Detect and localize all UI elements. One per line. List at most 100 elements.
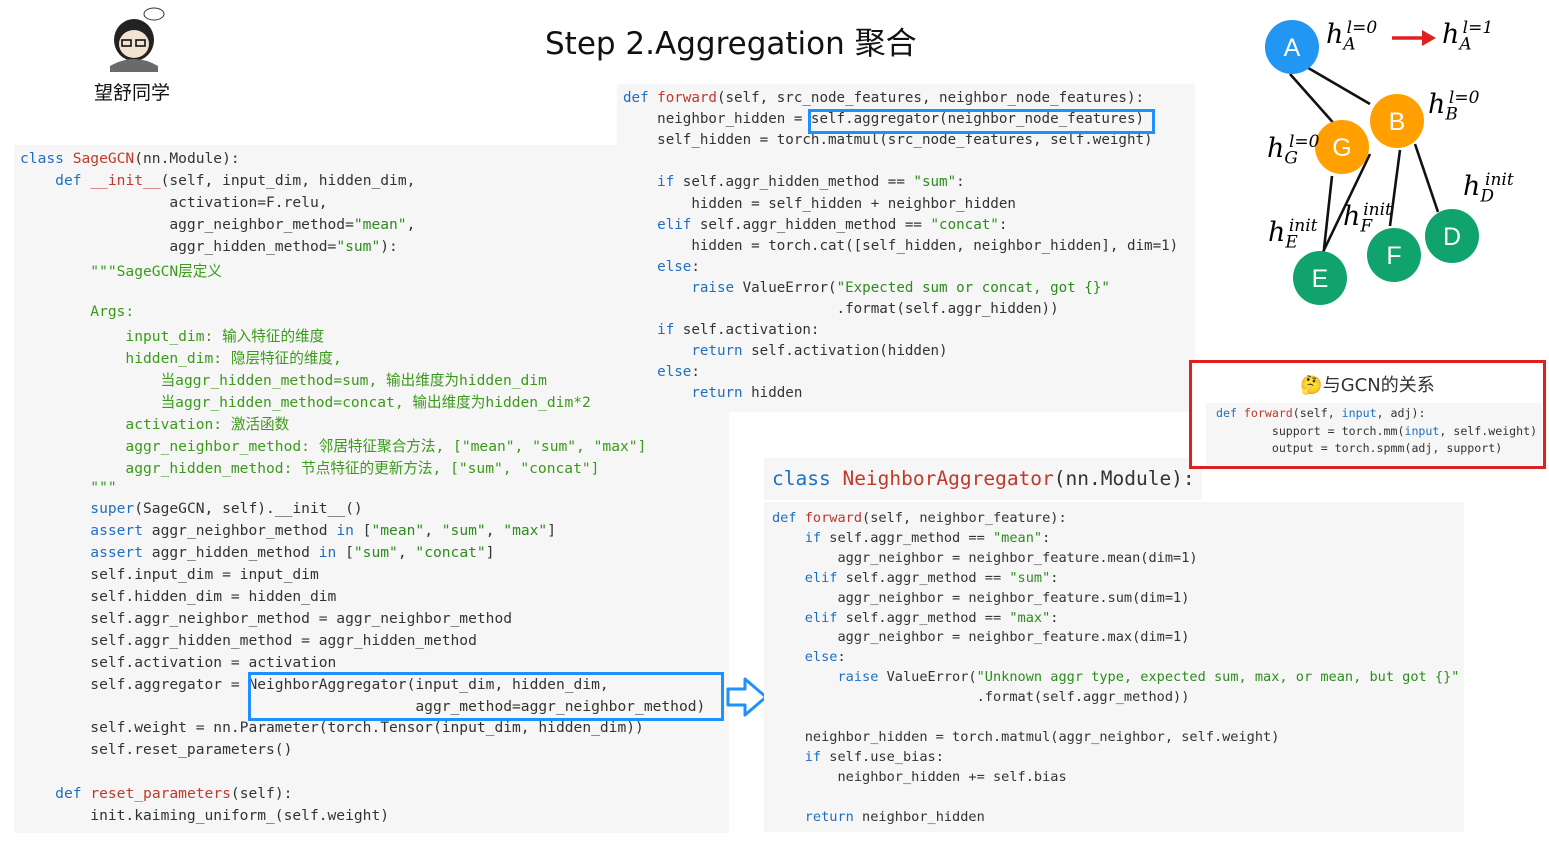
code-line: hidden = torch.cat([self_hidden, neighbo… (623, 238, 1178, 254)
code-line: 当aggr_hidden_method=concat, 输出维度为hidden_… (20, 391, 591, 412)
code-line: assert aggr_hidden_method in ["sum", "co… (20, 544, 494, 562)
code-line: neighbor_hidden += self.bias (772, 769, 1066, 785)
code-line: if self.aggr_hidden_method == "sum": (623, 174, 965, 190)
code-token: "concat" (415, 544, 486, 562)
code-token: elif (623, 216, 700, 233)
code-token: aggr_hidden_method (151, 544, 319, 562)
code-token: return (623, 385, 752, 402)
code-line: activation=F.relu, (20, 194, 327, 211)
code-token: , (424, 522, 442, 540)
code-token: class (772, 467, 843, 490)
code-token: , self.weight) (1439, 423, 1538, 438)
label-hA1: hAl=1 (1442, 18, 1494, 55)
code-token: aggr_hidden_method= (20, 237, 337, 255)
code-token: forward (657, 90, 717, 106)
code-line: else: (623, 364, 700, 380)
neighbor-hidden-highlight (808, 109, 1155, 134)
svg-text:F: F (1386, 242, 1401, 270)
code-line: self.aggr_neighbor_method = aggr_neighbo… (20, 610, 512, 627)
code-token: ] (547, 522, 557, 540)
code-token: aggr_neighbor = neighbor_feature.mean(di… (772, 549, 1198, 566)
code-line: support = torch.mm(input, self.weight) (1216, 424, 1537, 438)
code-token: hidden (751, 385, 803, 402)
code-token: , adj): (1376, 406, 1426, 420)
graph-node-e: E (1293, 251, 1347, 305)
graph-node-b: B (1370, 94, 1424, 148)
label-hD: hDinit (1463, 170, 1514, 207)
code-token: elif (772, 569, 846, 586)
code-token: (self, (1292, 406, 1342, 420)
code-token: self.hidden_dim = hidden_dim (20, 588, 337, 605)
aggregator-highlight (248, 672, 724, 721)
code-line: assert aggr_neighbor_method in ["mean", … (20, 522, 556, 539)
code-token: (nn.Module): (134, 150, 240, 167)
code-token: super (20, 500, 135, 518)
code-token: self.reset_parameters() (20, 741, 293, 759)
code-line: elif self.aggr_hidden_method == "concat"… (623, 217, 1007, 233)
code-token: self.activation(hidden) (751, 343, 948, 360)
code-line: elif self.aggr_method == "max": (772, 609, 1059, 626)
code-line: def __init__(self, input_dim, hidden_dim… (20, 172, 415, 189)
code-token: self.aggr_hidden_method = aggr_hidden_me… (20, 631, 477, 649)
code-token: "max" (1009, 609, 1051, 626)
code-line: self.hidden_dim = hidden_dim (20, 588, 336, 605)
code-line: """ (20, 479, 116, 496)
code-token: ): (380, 237, 398, 255)
code-token: elif (772, 609, 846, 626)
code-token: neighbor_hidden (862, 808, 985, 825)
code-token: 当aggr_hidden_method=sum, 输出维度为hidden_dim (20, 372, 547, 389)
svg-text:A: A (1284, 34, 1301, 62)
code-line: Args: (20, 303, 134, 320)
code-token: self.aggr_hidden_method == (682, 174, 914, 191)
code-token: else (772, 649, 838, 666)
code-token: ValueError( (742, 279, 837, 296)
code-token: "mean" (353, 215, 407, 233)
code-token: (self, input_dim, hidden_dim, (160, 171, 416, 189)
code-token: 当aggr_hidden_method=concat, 输出维度为hidden_… (20, 393, 591, 411)
code-token: , (406, 215, 416, 233)
aggregator-code-panel: def forward(self, neighbor_feature): if … (764, 502, 1464, 832)
right-arrow-icon (725, 676, 769, 718)
code-line: """SageGCN层定义 (20, 260, 222, 281)
code-token: if (623, 322, 683, 339)
code-token: self.aggr_hidden_method == (699, 216, 931, 233)
code-line: else: (623, 259, 700, 275)
code-token: if (623, 174, 683, 191)
code-token: : (837, 649, 846, 666)
code-token: aggr_neighbor_method: 邻居特征聚合方法, ["mean",… (20, 437, 647, 455)
code-token: if (772, 529, 830, 546)
code-token: __init__ (90, 171, 161, 189)
code-token: raise (623, 279, 743, 296)
code-token: neighbor_hidden = torch.matmul(aggr_neig… (772, 728, 1280, 745)
code-token: (SageGCN, self).__init__() (134, 500, 363, 518)
gcn-relation-box: 🤔与GCN的关系 def forward(self, input, adj): … (1189, 360, 1546, 469)
gcn-code: def forward(self, input, adj): support =… (1206, 403, 1542, 465)
code-token: : (1050, 609, 1059, 626)
code-token: """SageGCN层定义 (20, 262, 222, 280)
code-line: elif self.aggr_method == "sum": (772, 569, 1059, 586)
code-token: self.aggr_method == (845, 609, 1010, 626)
code-line: if self.use_bias: (772, 749, 944, 765)
graph-node-a: A (1265, 20, 1319, 74)
code-line: return neighbor_hidden (772, 809, 985, 825)
code-token: "sum" (336, 237, 381, 255)
label-hB0: hBl=0 (1428, 88, 1480, 125)
code-token: : (1042, 529, 1051, 546)
code-token: return (772, 808, 863, 825)
code-line: if self.activation: (623, 322, 819, 338)
code-token: self.weight = nn.Parameter(torch.Tensor(… (20, 719, 644, 737)
code-token: "mean" (371, 522, 425, 540)
code-line: aggr_hidden_method: 节点特征的更新方法, ["sum", "… (20, 457, 599, 478)
code-token: self.aggr_method == (845, 569, 1010, 586)
code-token: def (772, 510, 805, 526)
code-token: "mean" (992, 529, 1043, 546)
code-token: hidden_dim: 隐层特征的维度, (20, 350, 342, 368)
code-token: forward (804, 510, 863, 526)
code-line: aggr_neighbor_method: 邻居特征聚合方法, ["mean",… (20, 435, 646, 456)
code-token: init.kaiming_uniform_(self.weight) (20, 807, 390, 824)
code-token: self.aggr_neighbor_method = aggr_neighbo… (20, 609, 513, 627)
code-line: .format(self.aggr_hidden)) (623, 301, 1059, 317)
code-token: "Expected sum or concat, got {}" (836, 279, 1110, 296)
